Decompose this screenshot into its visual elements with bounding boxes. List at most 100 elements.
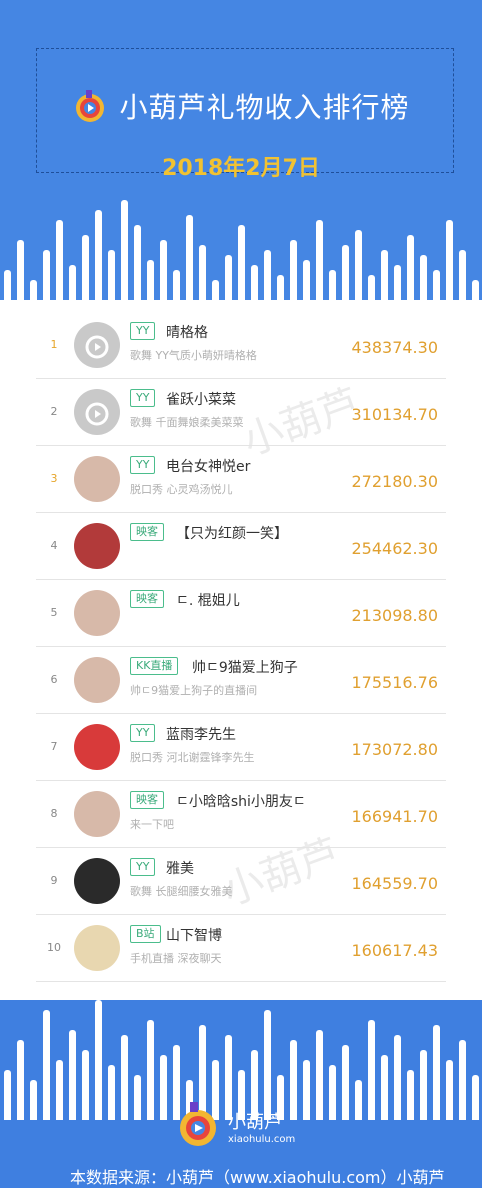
rank-number: 9 (50, 874, 58, 887)
wave-bar (134, 1075, 141, 1120)
rank-number: 3 (50, 472, 58, 485)
wave-bar (407, 235, 414, 310)
avatar[interactable] (74, 858, 120, 904)
wave-bar (95, 210, 102, 310)
wave-bar (407, 1070, 414, 1120)
wave-bar (56, 1060, 63, 1120)
wave-bar (121, 1035, 128, 1120)
ranking-row[interactable]: 8 映客 ㄷ小晗晗shi小朋友ㄷ 来一下吧 166941.70 (36, 781, 446, 848)
streamer-description: 来一下吧 (130, 818, 174, 831)
wave-bar (43, 1010, 50, 1120)
wave-bar (30, 1080, 37, 1120)
wave-bar (459, 1040, 466, 1120)
rank-number: 7 (50, 740, 58, 753)
platform-badge: KK直播 (130, 657, 179, 675)
avatar[interactable] (74, 456, 120, 502)
streamer-name[interactable]: 蓝雨李先生 (166, 724, 236, 744)
income-score: 272180.30 (351, 472, 438, 491)
wave-bar (355, 230, 362, 310)
avatar[interactable] (74, 389, 120, 435)
wave-bar (238, 225, 245, 310)
title-row: 小葫芦礼物收入排行榜 (0, 86, 482, 126)
avatar[interactable] (74, 523, 120, 569)
streamer-name[interactable]: 【只为红颜一笑】 (176, 523, 288, 543)
wave-bar (394, 1035, 401, 1120)
platform-badge: 映客 (130, 523, 164, 541)
streamer-name[interactable]: 雀跃小菜菜 (166, 389, 236, 409)
footer-url: xiaohulu.com (228, 1134, 296, 1145)
avatar[interactable] (74, 791, 120, 837)
wave-bar (342, 1045, 349, 1120)
wave-bar (446, 1060, 453, 1120)
ranking-row[interactable]: 9 YY 雅美 歌舞 长腿细腰女雅美 164559.70 (36, 848, 446, 915)
platform-badge: 映客 (130, 791, 164, 809)
streamer-description: 手机直播 深夜聊天 (130, 952, 222, 965)
platform-badge: B站 (130, 925, 161, 943)
wave-bar (368, 1020, 375, 1120)
rank-number: 5 (50, 606, 58, 619)
income-score: 254462.30 (351, 539, 438, 558)
income-score: 175516.76 (351, 673, 438, 692)
ranking-row[interactable]: 5 映客 ㄷ. 棍姐儿 213098.80 (36, 580, 446, 647)
streamer-name[interactable]: ㄷ. 棍姐儿 (176, 590, 240, 610)
ranking-list: 小葫芦 小葫芦 1 YY 晴格格 歌舞 YY气质小萌妍晴格格 438374.30 2 YY 雀… (0, 300, 482, 1000)
platform-badge: YY (130, 322, 156, 340)
ranking-row[interactable]: 6 KK直播 帅ㄷ9猫爱上狗子 帅ㄷ9猫爱上狗子的直播间 175516.76 (36, 647, 446, 714)
ranking-row[interactable]: 3 YY 电台女神悦er 脱口秀 心灵鸡汤悦儿 272180.30 (36, 446, 446, 513)
rank-number: 2 (50, 405, 58, 418)
income-score: 160617.43 (351, 941, 438, 960)
avatar[interactable] (74, 724, 120, 770)
avatar[interactable] (74, 590, 120, 636)
ranking-row[interactable]: 7 YY 蓝雨李先生脱口秀 河北谢霆锋李先生 173072.80 (36, 714, 446, 781)
streamer-description: 脱口秀 心灵鸡汤悦儿 (130, 483, 233, 496)
income-score: 213098.80 (351, 606, 438, 625)
platform-badge: YY (130, 724, 156, 742)
data-source: 本数据来源：小葫芦（www.xiaohulu.com）小葫芦 (70, 1168, 445, 1187)
sound-wave-top (0, 190, 482, 310)
wave-bar (95, 1000, 102, 1120)
streamer-name[interactable]: ㄷ小晗晗shi小朋友ㄷ (176, 791, 306, 811)
wave-bar (329, 1065, 336, 1120)
platform-badge: YY (130, 858, 156, 876)
platform-badge: YY (130, 456, 156, 474)
wave-bar (446, 220, 453, 310)
income-score: 166941.70 (351, 807, 438, 826)
platform-badge: 映客 (130, 590, 164, 608)
ranking-row[interactable]: 1 YY 晴格格 歌舞 YY气质小萌妍晴格格 438374.30 (36, 312, 446, 379)
wave-bar (355, 1080, 362, 1120)
streamer-description: 歌舞 YY气质小萌妍晴格格 (130, 349, 257, 362)
wave-bar (186, 215, 193, 310)
platform-badge: YY (130, 389, 156, 407)
streamer-name[interactable]: 山下智博 (166, 925, 222, 945)
ranking-date: 2018年2月7日 (162, 156, 320, 181)
default-avatar-icon (85, 335, 109, 359)
income-score: 164559.70 (351, 874, 438, 893)
streamer-description: 歌舞 千面舞娘柔美菜菜 (130, 416, 244, 429)
page-title: 小葫芦礼物收入排行榜 (119, 91, 410, 124)
streamer-name[interactable]: 晴格格 (166, 322, 208, 342)
income-score: 173072.80 (351, 740, 438, 759)
avatar[interactable] (74, 925, 120, 971)
avatar[interactable] (74, 322, 120, 368)
income-score: 310134.70 (351, 405, 438, 424)
ranking-row[interactable]: 4 映客 【只为红颜一笑】 254462.30 (36, 513, 446, 580)
wave-bar (17, 1040, 24, 1120)
streamer-description: 脱口秀 河北谢霆锋李先生 (130, 751, 255, 764)
ranking-row[interactable]: 2 YY 雀跃小菜菜歌舞 千面舞娘柔美菜菜 310134.70 (36, 379, 446, 446)
avatar[interactable] (74, 657, 120, 703)
rank-number: 6 (50, 673, 58, 686)
rank-number: 4 (50, 539, 58, 552)
wave-bar (160, 1055, 167, 1120)
income-score: 438374.30 (351, 338, 438, 357)
streamer-name[interactable]: 电台女神悦er (166, 456, 250, 476)
streamer-name[interactable]: 雅美 (166, 858, 194, 878)
footer-brand: 小葫芦 (228, 1112, 282, 1133)
wave-bar (134, 225, 141, 310)
wave-bar (420, 1050, 427, 1120)
wave-bar (147, 1020, 154, 1120)
wave-bar (472, 1075, 479, 1120)
streamer-name[interactable]: 帅ㄷ9猫爱上狗子 (192, 657, 298, 677)
wave-bar (316, 220, 323, 310)
ranking-row[interactable]: 10 B站 山下智博手机直播 深夜聊天 160617.43 (36, 915, 446, 982)
rank-number: 10 (47, 941, 61, 954)
